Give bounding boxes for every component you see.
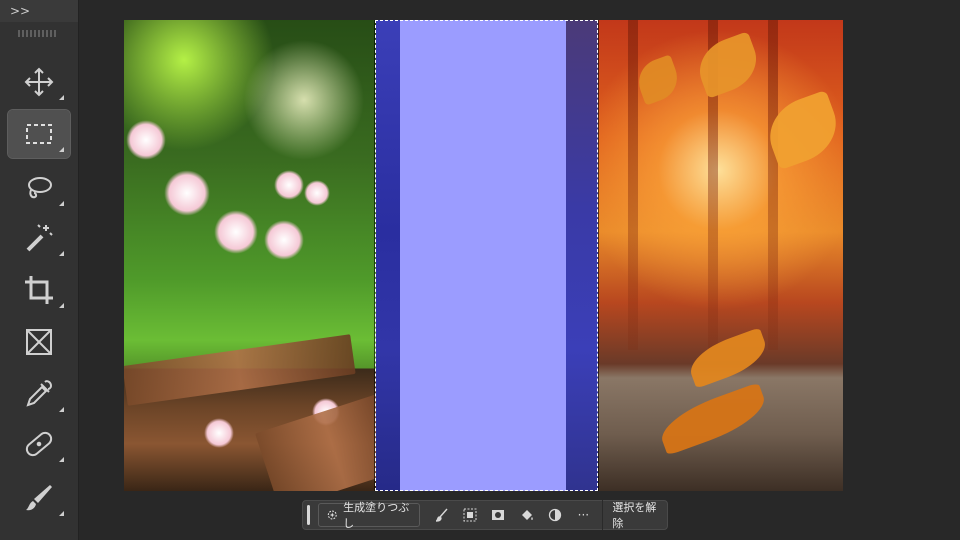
magic-wand-icon bbox=[26, 224, 53, 252]
crop-icon bbox=[25, 276, 53, 304]
divider bbox=[601, 500, 603, 530]
more-tools-indicator bbox=[59, 251, 64, 256]
blossom bbox=[274, 170, 304, 200]
crop-tool[interactable] bbox=[8, 266, 70, 314]
blossom bbox=[264, 220, 304, 260]
paint-bucket-icon bbox=[521, 510, 533, 520]
blossom bbox=[126, 120, 166, 160]
blossom bbox=[304, 180, 330, 206]
eyedropper-tool[interactable] bbox=[8, 370, 70, 418]
more-tools-indicator bbox=[59, 511, 64, 516]
bandage-icon bbox=[25, 431, 53, 457]
magic-wand-tool[interactable] bbox=[8, 214, 70, 262]
maple-leaf bbox=[632, 54, 684, 106]
eyedropper-icon bbox=[26, 380, 53, 407]
brush-pen-icon bbox=[435, 508, 448, 522]
expand-panel-button[interactable]: >> bbox=[0, 0, 78, 22]
document-canvas[interactable] bbox=[124, 20, 843, 491]
maple-leaf bbox=[691, 31, 765, 99]
generative-fill-label: 生成塗りつぶし bbox=[343, 501, 410, 530]
create-mask-button[interactable] bbox=[484, 504, 512, 526]
tools-panel: >> bbox=[0, 0, 79, 540]
generative-fill-button[interactable]: 生成塗りつぶし bbox=[317, 501, 420, 530]
brush-tool[interactable] bbox=[8, 474, 70, 522]
contextual-task-bar: 生成塗りつぶし ··· 選択を解除 bbox=[302, 500, 668, 530]
wood-plank bbox=[124, 334, 356, 406]
more-tools-indicator bbox=[59, 457, 64, 462]
healing-brush-tool[interactable] bbox=[8, 420, 70, 468]
tree-trunk bbox=[628, 20, 638, 350]
marquee-icon bbox=[26, 124, 52, 144]
task-bar-handle[interactable] bbox=[307, 505, 310, 525]
half-circle-icon bbox=[548, 508, 562, 522]
blossom bbox=[214, 210, 258, 254]
invert-selection-button[interactable] bbox=[456, 504, 484, 526]
more-tools-indicator bbox=[59, 303, 64, 308]
autumn-image-area bbox=[598, 20, 843, 491]
more-tools-indicator bbox=[59, 201, 64, 206]
more-tools-indicator bbox=[59, 147, 64, 152]
blossom bbox=[164, 170, 210, 216]
rectangular-marquee-tool[interactable] bbox=[7, 109, 71, 159]
panel-grip[interactable] bbox=[18, 30, 58, 37]
more-tools-indicator bbox=[59, 95, 64, 100]
move-tool[interactable] bbox=[8, 58, 70, 106]
fill-selection-button[interactable] bbox=[513, 504, 541, 526]
lasso-icon bbox=[28, 177, 52, 199]
more-options-button[interactable]: ··· bbox=[569, 504, 597, 526]
selection-marquee[interactable] bbox=[375, 20, 598, 491]
more-tools-indicator bbox=[59, 407, 64, 412]
modify-selection-button[interactable] bbox=[428, 504, 456, 526]
brush-icon bbox=[26, 485, 52, 511]
frame-tool[interactable] bbox=[8, 318, 70, 366]
mask-icon bbox=[492, 510, 505, 520]
deselect-button[interactable]: 選択を解除 bbox=[606, 499, 667, 531]
lasso-tool[interactable] bbox=[8, 164, 70, 212]
fallen-leaf bbox=[684, 327, 772, 389]
blossom bbox=[204, 418, 234, 448]
spring-image-area bbox=[124, 20, 413, 491]
fallen-leaf bbox=[654, 382, 772, 456]
tree-trunk bbox=[768, 20, 778, 350]
generative-fill-icon bbox=[327, 510, 337, 520]
invert-selection-icon bbox=[463, 508, 477, 522]
frame-icon bbox=[26, 329, 52, 355]
move-icon bbox=[24, 67, 54, 97]
adjustment-layer-button[interactable] bbox=[541, 504, 569, 526]
